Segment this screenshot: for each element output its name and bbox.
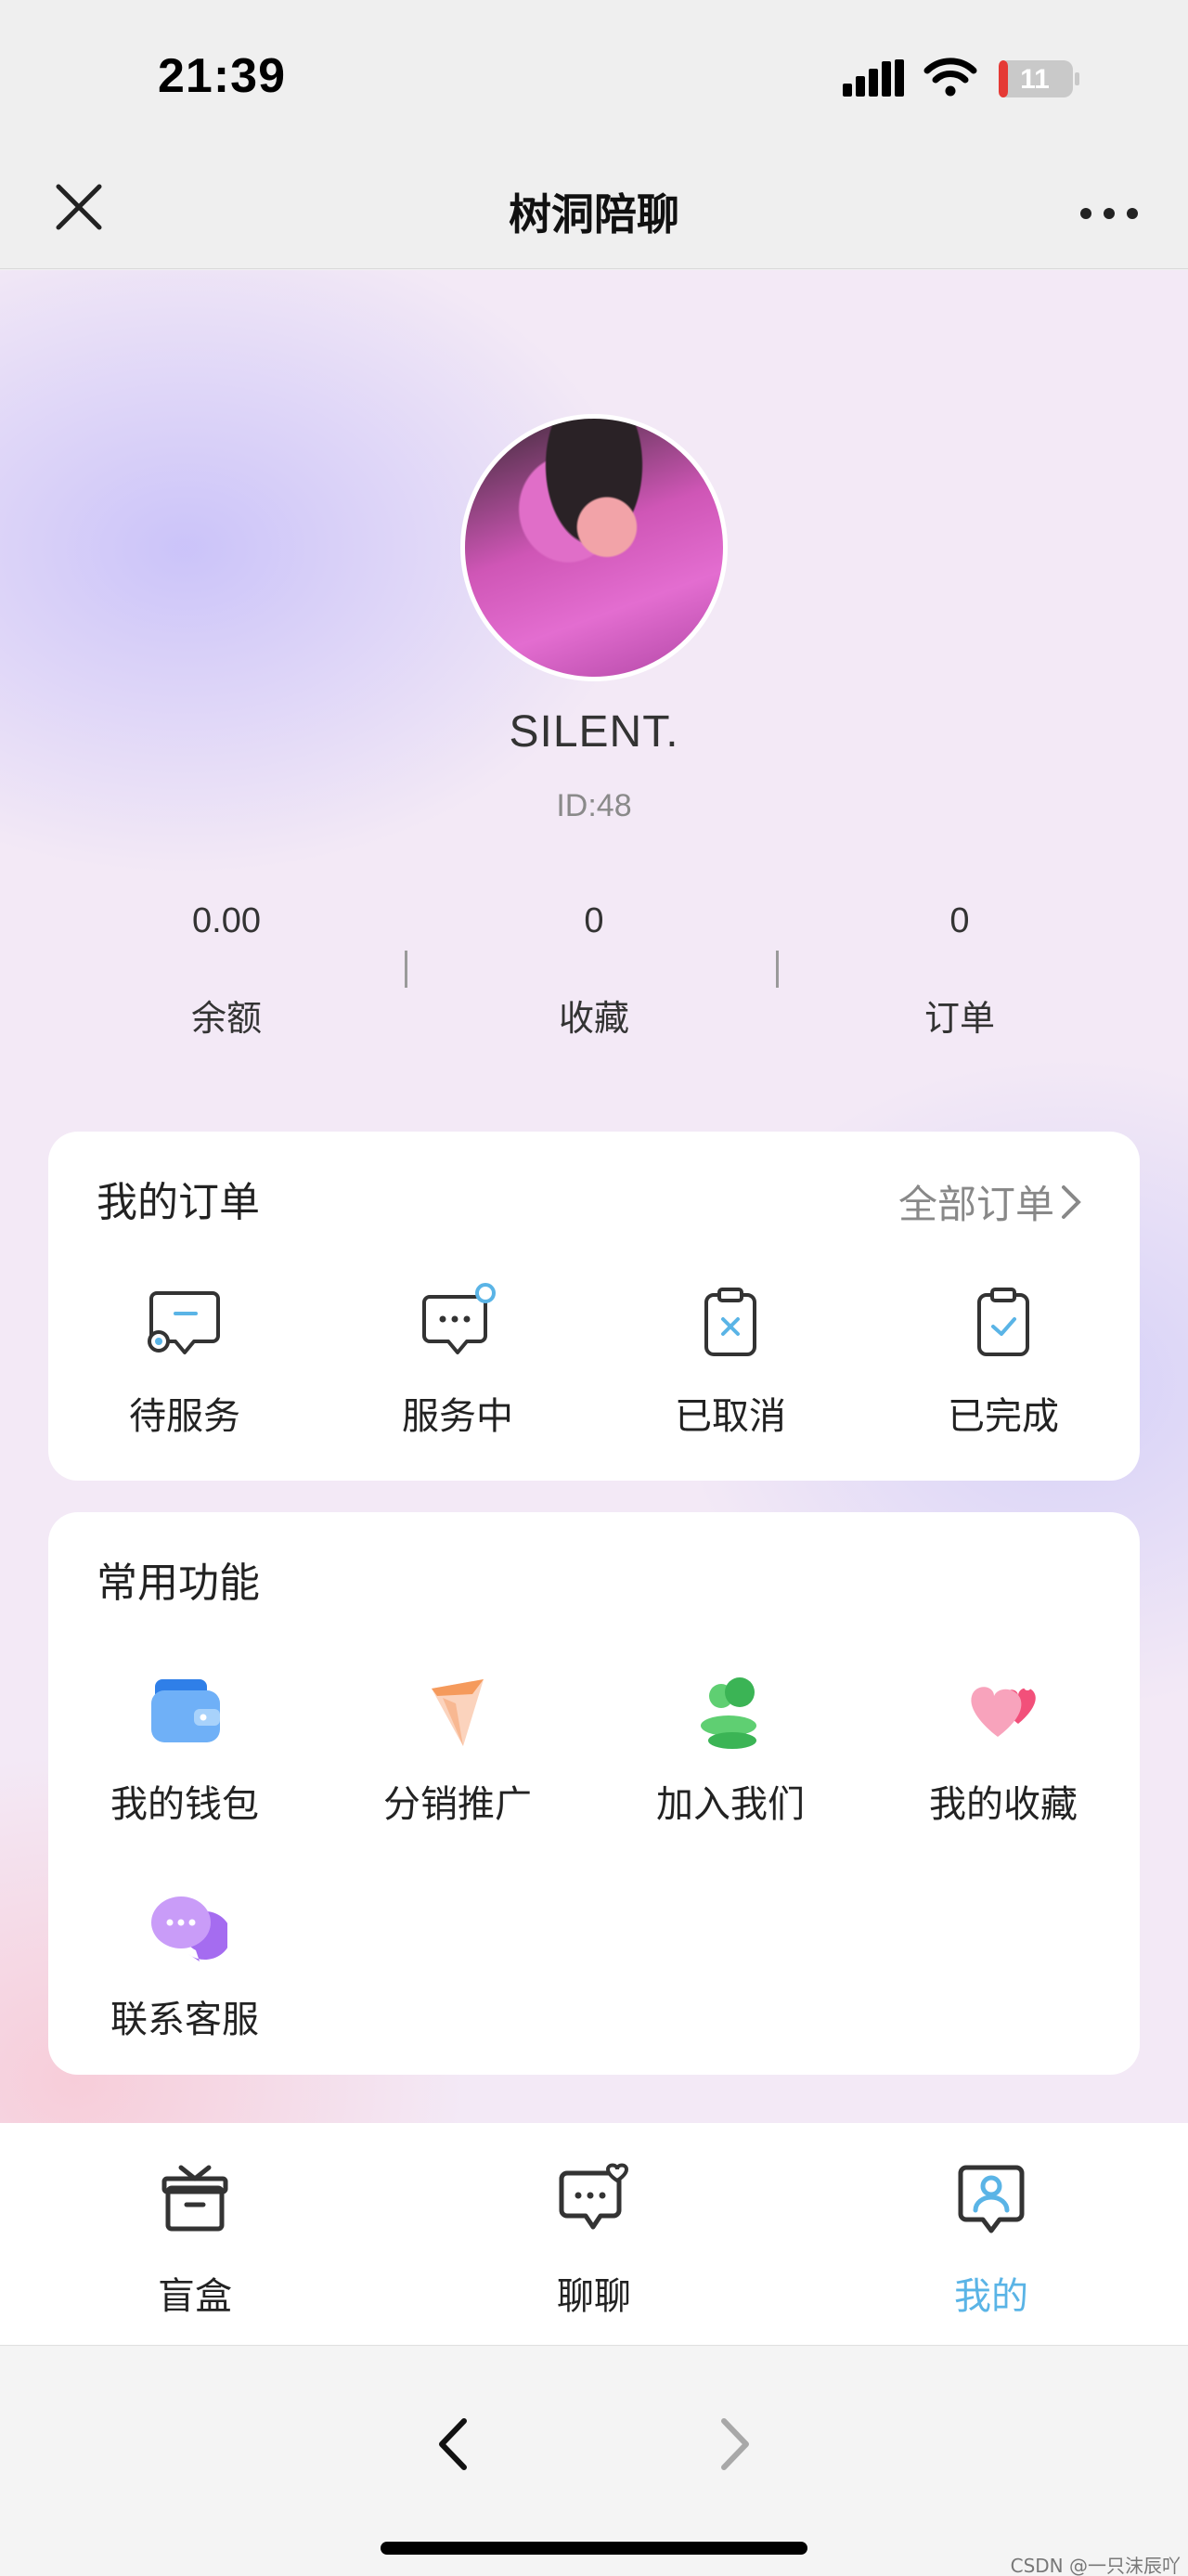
function-promotion[interactable]: 分销推广 xyxy=(321,1668,594,1828)
navbar: 树洞陪聊 xyxy=(0,153,1188,269)
function-label: 加入我们 xyxy=(656,1783,805,1826)
wifi-icon xyxy=(923,58,977,97)
order-status-in-service[interactable]: 服务中 xyxy=(321,1280,594,1440)
stat-label: 收藏 xyxy=(558,998,629,1039)
cancelled-icon xyxy=(704,1288,756,1356)
cellular-signal-icon xyxy=(843,59,904,97)
function-label: 分销推广 xyxy=(383,1783,532,1826)
back-arrow-icon[interactable] xyxy=(427,2412,483,2477)
stat-label: 订单 xyxy=(923,998,995,1039)
chevron-right-icon xyxy=(1062,1184,1081,1219)
order-status-pending[interactable]: 待服务 xyxy=(48,1280,321,1440)
tab-label: 我的 xyxy=(954,2275,1028,2318)
bottom-tab-bar: 盲盒 聊聊 我的 xyxy=(0,2123,1188,2346)
stat-balance[interactable]: 0.00 余额 xyxy=(87,901,366,1041)
stat-orders[interactable]: 0 订单 xyxy=(820,901,1099,1041)
chat-heart-icon xyxy=(559,2163,629,2230)
favorites-heart-icon xyxy=(971,1683,1036,1737)
tab-blind-box[interactable]: 盲盒 xyxy=(56,2160,334,2320)
browser-toolbar: CSDN @一只沫辰吖 xyxy=(0,2347,1188,2576)
function-label: 联系客服 xyxy=(110,1999,259,2041)
functions-card-title: 常用功能 xyxy=(97,1560,260,1607)
tab-me[interactable]: 我的 xyxy=(852,2160,1130,2320)
user-id: ID:48 xyxy=(556,788,632,823)
status-bar: 21:39 11 xyxy=(0,0,1188,153)
profile-page-content: SILENT. ID:48 0.00 余额 0 收藏 0 订单 我的订单 全部订… xyxy=(0,270,1188,2123)
tab-chat[interactable]: 聊聊 xyxy=(455,2160,733,2320)
promotion-icon xyxy=(432,1679,484,1746)
battery-level: 11 xyxy=(1020,64,1050,95)
common-functions-card: 常用功能 我的钱包 分销推广 加入我们 我的收藏 联系客服 xyxy=(48,1512,1140,2075)
stat-value: 0.00 xyxy=(192,901,261,940)
order-status-completed[interactable]: 已完成 xyxy=(867,1280,1140,1440)
orders-card-title: 我的订单 xyxy=(97,1179,260,1226)
function-join-us[interactable]: 加入我们 xyxy=(594,1668,867,1828)
pending-service-icon xyxy=(148,1291,220,1354)
more-options-icon[interactable] xyxy=(1077,181,1142,237)
user-name: SILENT. xyxy=(509,707,679,757)
forward-arrow-icon[interactable] xyxy=(705,2412,761,2477)
wallet-icon xyxy=(151,1679,220,1742)
order-status-cancelled[interactable]: 已取消 xyxy=(594,1280,867,1440)
stat-value: 0 xyxy=(584,901,604,940)
stat-divider xyxy=(405,951,407,988)
in-service-icon xyxy=(422,1283,496,1354)
watermark: CSDN @一只沫辰吖 xyxy=(1010,2555,1181,2576)
order-status-label: 服务中 xyxy=(402,1395,513,1438)
close-icon[interactable] xyxy=(51,179,107,235)
stat-favorites[interactable]: 0 收藏 xyxy=(455,901,733,1041)
function-favorites[interactable]: 我的收藏 xyxy=(867,1668,1140,1828)
avatar[interactable] xyxy=(460,414,728,681)
customer-service-icon xyxy=(151,1896,231,1961)
order-status-label: 待服务 xyxy=(129,1395,240,1438)
completed-icon xyxy=(977,1288,1029,1356)
function-label: 我的钱包 xyxy=(110,1783,259,1826)
join-us-icon xyxy=(701,1677,756,1749)
order-status-label: 已完成 xyxy=(948,1395,1059,1438)
function-wallet[interactable]: 我的钱包 xyxy=(48,1668,321,1828)
all-orders-link[interactable]: 全部订单 xyxy=(898,1173,1084,1230)
status-time: 21:39 xyxy=(158,49,286,103)
gift-box-icon xyxy=(161,2165,228,2232)
profile-icon xyxy=(958,2165,1025,2233)
stat-divider xyxy=(776,951,779,988)
order-status-label: 已取消 xyxy=(675,1395,786,1438)
stat-label: 余额 xyxy=(190,998,262,1039)
function-label: 我的收藏 xyxy=(929,1783,1078,1826)
stat-value: 0 xyxy=(949,901,970,940)
tab-label: 盲盒 xyxy=(158,2275,232,2318)
my-orders-card: 我的订单 全部订单 待服务 服务中 已取消 已完成 xyxy=(48,1132,1140,1481)
battery-icon: 11 xyxy=(999,60,1079,97)
page-title: 树洞陪聊 xyxy=(509,189,679,239)
function-customer-service[interactable]: 联系客服 xyxy=(48,1883,321,2043)
home-indicator[interactable] xyxy=(381,2542,807,2555)
tab-label: 聊聊 xyxy=(557,2275,631,2318)
all-orders-label: 全部订单 xyxy=(897,1182,1054,1227)
